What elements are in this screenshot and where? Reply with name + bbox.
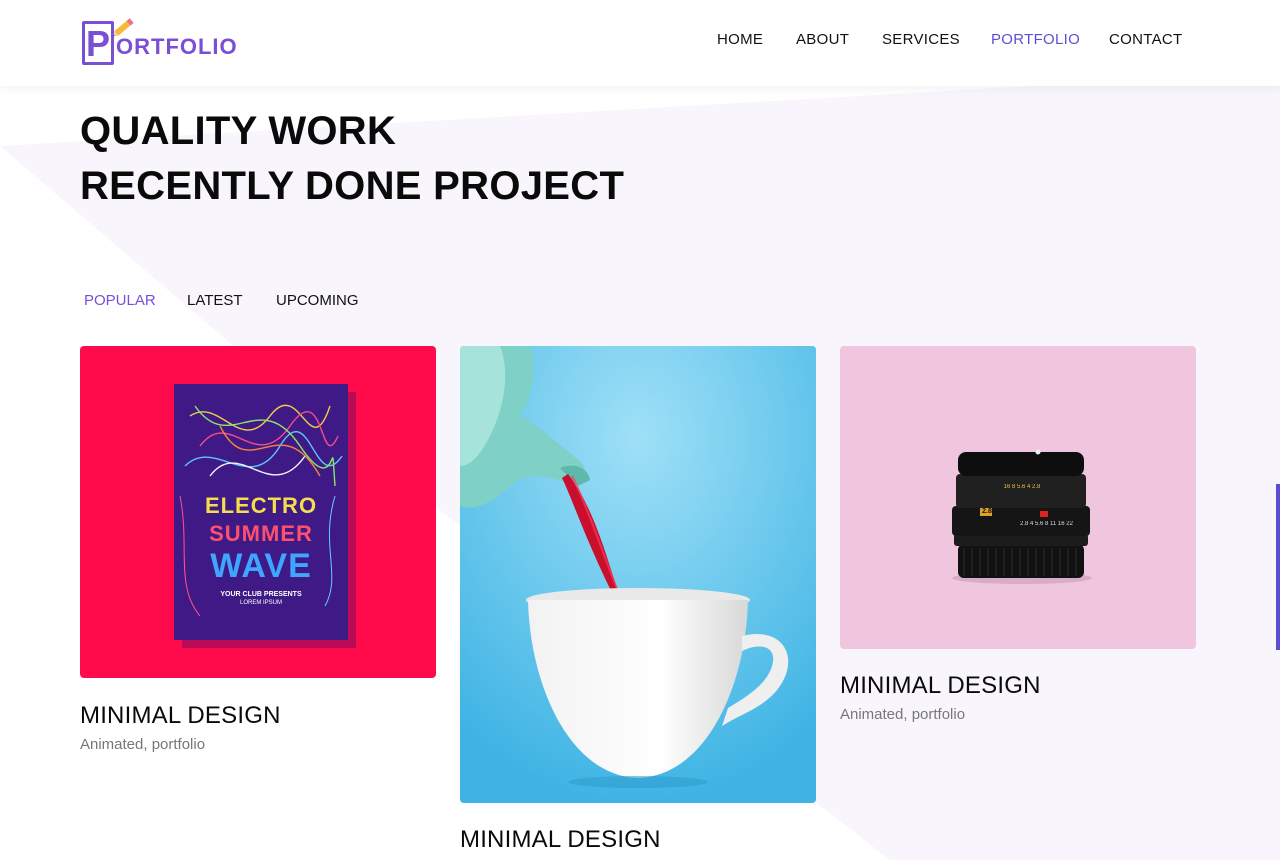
- nav-contact[interactable]: CONTACT: [1109, 31, 1182, 48]
- teapot-cup-illustration: [460, 346, 816, 803]
- lens-illustration: [952, 449, 1092, 584]
- teapot-cup-image[interactable]: [460, 346, 816, 803]
- project-tags: Animated, portfolio: [80, 736, 206, 753]
- poster-subtitle-2: LOREM IPSUM: [239, 600, 282, 606]
- filter-upcoming[interactable]: UPCOMING: [276, 292, 359, 309]
- site-header: P ORTFOLIO HOME ABOUT SERVICES PORTFOLIO…: [0, 0, 1280, 86]
- logo[interactable]: P ORTFOLIO: [80, 16, 242, 68]
- pencil-icon: [113, 18, 134, 36]
- camera-lens-image[interactable]: 16 8 5.6 4 2.8 2.8 4 5.6 8 11 16 22 2.8: [840, 346, 1196, 649]
- project-card-3: 16 8 5.6 4 2.8 2.8 4 5.6 8 11 16 22 2.8 …: [840, 346, 1196, 726]
- section-heading: QUALITY WORK RECENTLY DONE PROJECT: [80, 104, 624, 214]
- lens-focus-value: 2.8: [982, 508, 992, 515]
- project-title[interactable]: MINIMAL DESIGN: [840, 672, 1041, 700]
- project-tags: Animated, portfolio: [840, 706, 966, 723]
- nav-services[interactable]: SERVICES: [882, 31, 960, 48]
- project-card-1: ELECTRO SUMMER WAVE YOUR CLUB PRESENTS L…: [80, 346, 436, 756]
- scrollbar-thumb[interactable]: [1276, 484, 1280, 650]
- lens-scale-bottom: 2.8 4 5.6 8 11 16 22: [1020, 521, 1073, 527]
- heading-line-2: RECENTLY DONE PROJECT: [80, 164, 625, 208]
- filter-latest[interactable]: LATEST: [187, 292, 243, 309]
- heading-line-1: QUALITY WORK: [80, 109, 397, 153]
- poster-title-line-2: SUMMER: [209, 521, 313, 546]
- poster-title-line-1: ELECTRO: [204, 493, 318, 518]
- poster-title-line-3: WAVE: [210, 547, 312, 585]
- project-card-2: MINIMAL DESIGN: [460, 346, 816, 860]
- poster-subtitle-1: YOUR CLUB PRESENTS: [220, 591, 302, 598]
- poster-image[interactable]: ELECTRO SUMMER WAVE YOUR CLUB PRESENTS L…: [80, 346, 436, 678]
- project-title[interactable]: MINIMAL DESIGN: [460, 826, 661, 854]
- nav-about[interactable]: ABOUT: [796, 31, 849, 48]
- filter-popular[interactable]: POPULAR: [84, 292, 156, 309]
- nav-home[interactable]: HOME: [717, 31, 763, 48]
- nav-portfolio[interactable]: PORTFOLIO: [991, 31, 1080, 48]
- project-title[interactable]: MINIMAL DESIGN: [80, 702, 281, 730]
- lens-scale-top: 16 8 5.6 4 2.8: [1003, 484, 1041, 490]
